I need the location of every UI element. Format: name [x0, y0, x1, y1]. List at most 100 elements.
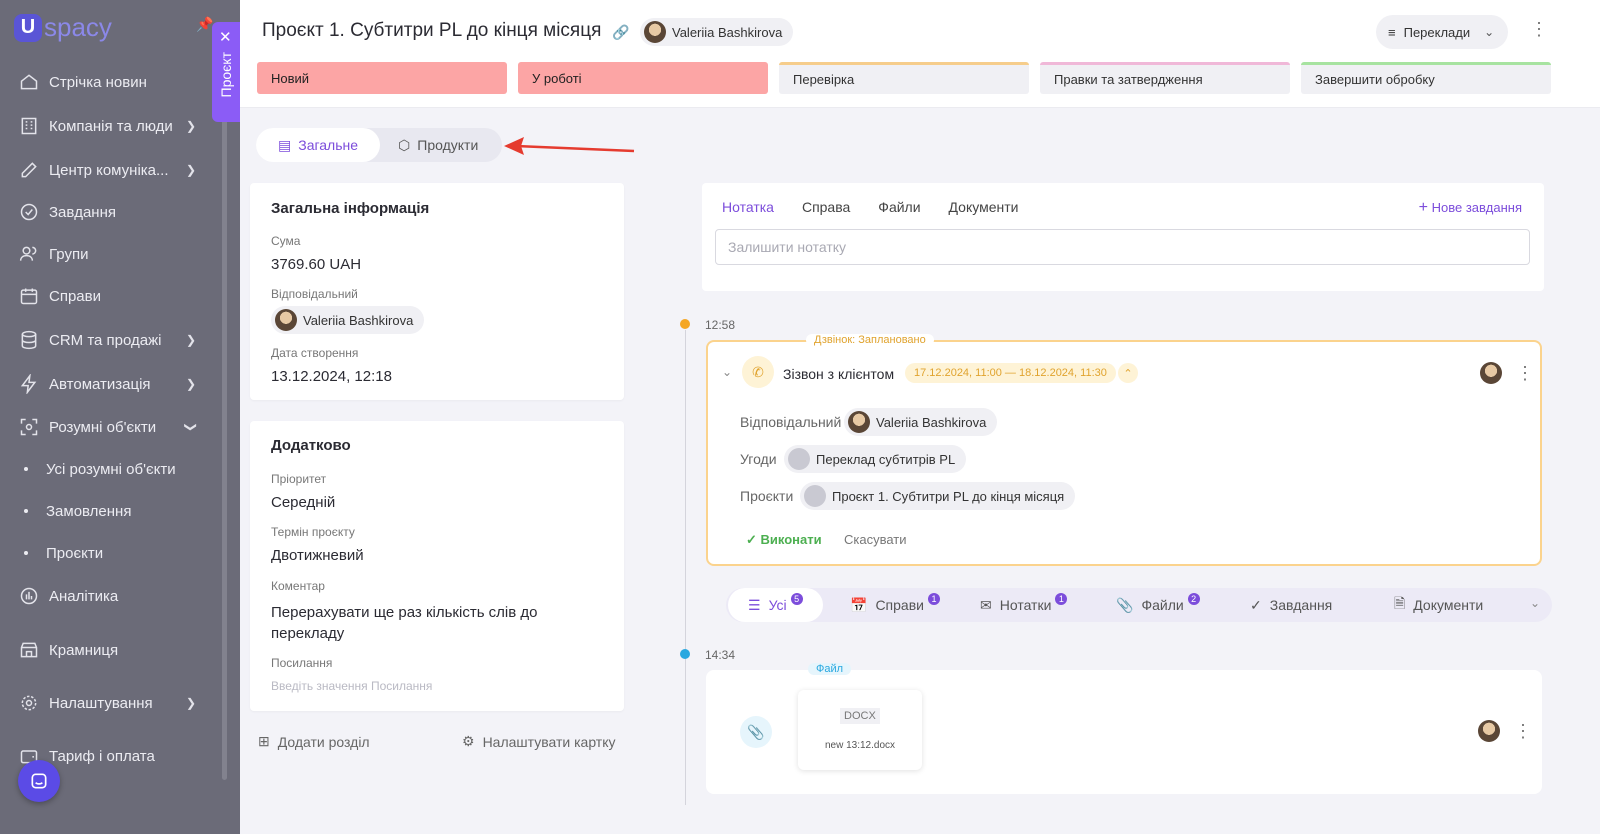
filter-lines-icon: ≡ [1388, 24, 1396, 40]
annotation-arrow [504, 137, 635, 155]
sidebar-item-smart-objects[interactable]: Розумні об'єкти ❯ [0, 409, 232, 445]
chat-button[interactable] [18, 760, 60, 802]
home-icon [18, 71, 40, 93]
more-icon[interactable]: ⋮ [1516, 364, 1534, 382]
note-input[interactable]: Залишити нотатку [715, 229, 1530, 265]
created-value: 13.12.2024, 12:18 [271, 368, 392, 385]
sidebar-item-store[interactable]: Крамниця [0, 632, 232, 668]
sidebar-item-settings[interactable]: Налаштування ❯ [0, 685, 232, 721]
chart-icon [18, 585, 40, 607]
projects-label: Проєкти [740, 488, 794, 504]
close-icon[interactable]: ✕ [219, 28, 232, 46]
call-title[interactable]: Зізвон з клієнтом [783, 366, 894, 382]
sidebar-item-comm-center[interactable]: Центр комуніка... ❯ [0, 152, 232, 188]
project-chip[interactable]: Проєкт 1. Субтитри PL до кінця місяця [800, 482, 1076, 510]
pin-icon[interactable]: 📌 [196, 16, 213, 33]
complete-button[interactable]: ✓ Виконати [746, 532, 822, 548]
responsible-chip[interactable]: Valeriia Bashkirova [271, 306, 425, 334]
cancel-button[interactable]: Скасувати [844, 532, 907, 547]
tab-note[interactable]: Нотатка [722, 199, 774, 215]
count-badge: 1 [1055, 593, 1068, 605]
chevron-right-icon: ❯ [186, 163, 197, 177]
check-icon: ✓ [746, 532, 757, 547]
link-label: Посилання [271, 656, 333, 670]
avatar [644, 21, 666, 43]
comment-value[interactable]: Перерахувати ще раз кількість слів до пе… [271, 602, 571, 644]
deal-icon [788, 448, 810, 470]
filter-tasks[interactable]: ✓ Завдання [1250, 588, 1332, 622]
priority-value[interactable]: Середній [271, 494, 335, 511]
filter-all[interactable]: ☰ Усі 5 [728, 588, 823, 622]
add-section-icon: ⊞ [258, 733, 270, 749]
filter-notes[interactable]: ✉ Нотатки 1 [980, 588, 1068, 622]
chevron-down-icon[interactable]: ⌄ [722, 365, 732, 379]
tab-general[interactable]: ▤ Загальне [256, 128, 381, 162]
term-value[interactable]: Двотижневий [271, 547, 364, 564]
link-input[interactable]: Введіть значення Посилання [271, 679, 432, 693]
deal-chip[interactable]: Переклад субтитрів PL [784, 445, 967, 473]
sidebar-item-crm[interactable]: CRM та продажі ❯ [0, 322, 232, 358]
tab-files[interactable]: Файли [878, 199, 920, 215]
logo[interactable]: Uspacy [14, 12, 112, 43]
sidebar-item-activities[interactable]: Справи [0, 278, 232, 314]
responsible-chip[interactable]: Valeriia Bashkirova [844, 408, 998, 436]
timeline-dot [680, 649, 690, 659]
paperclip-icon: 📎 [1116, 596, 1134, 613]
sum-value[interactable]: 3769.60 UAH [271, 256, 361, 273]
sidebar-item-projects[interactable]: Проєкти [0, 535, 232, 571]
chevron-down-icon[interactable]: ⌄ [1530, 596, 1540, 610]
tab-documents[interactable]: Документи [949, 199, 1019, 215]
stage-new[interactable]: Новий [257, 62, 507, 94]
project-icon [804, 485, 826, 507]
file-extension: DOCX [840, 708, 880, 724]
paperclip-icon: 📎 [740, 716, 772, 748]
panel-tab-project[interactable]: ✕ Проєкт [212, 22, 240, 122]
call-activity-card: Дзвінок: Заплановано ⌄ ✆ Зізвон з клієнт… [706, 334, 1542, 566]
stage-edits-approval[interactable]: Правки та затвердження [1040, 62, 1290, 94]
stage-in-progress[interactable]: У роботі [518, 62, 768, 94]
chevron-up-icon[interactable]: ⌃ [1118, 363, 1138, 383]
box-icon: ⬡ [398, 136, 411, 153]
tab-products[interactable]: ⬡ Продукти [380, 128, 496, 162]
sidebar-item-groups[interactable]: Групи [0, 236, 232, 272]
chevron-right-icon: ❯ [186, 119, 197, 133]
status-badge: Дзвінок: Заплановано [806, 334, 934, 346]
sidebar-item-analytics[interactable]: Аналітика [0, 578, 232, 614]
sidebar-item-automation[interactable]: Автоматизація ❯ [0, 366, 232, 402]
stage-review[interactable]: Перевірка [779, 62, 1029, 94]
file-preview[interactable]: DOCX new 13:12.docx [798, 690, 922, 770]
message-icon: ✉ [980, 596, 992, 613]
sidebar-item-tasks[interactable]: Завдання [0, 194, 232, 230]
sidebar: Uspacy 📌 Стрічка новин Компанія та люди ❯… [0, 0, 240, 834]
general-info-card: Загальна інформація Сума 3769.60 UAH Від… [250, 183, 624, 400]
sidebar-item-orders[interactable]: Замовлення [0, 493, 232, 529]
add-section-button[interactable]: ⊞ Додати розділ [258, 733, 370, 750]
configure-card-button[interactable]: ⚙ Налаштувати картку [462, 733, 616, 750]
timeline-time: 12:58 [705, 318, 736, 332]
lightning-icon [18, 373, 40, 395]
calendar-icon: 📅 [850, 596, 868, 613]
new-task-button[interactable]: + Нове завдання [1419, 199, 1522, 217]
note-tabs: Нотатка Справа Файли Документи [722, 199, 1018, 215]
sidebar-item-company[interactable]: Компанія та люди ❯ [0, 108, 232, 144]
more-icon[interactable]: ⋮ [1530, 20, 1548, 38]
responsible-label: Відповідальний [271, 287, 358, 301]
filter-activities[interactable]: 📅 Справи 1 [850, 588, 940, 622]
avatar [1480, 362, 1502, 384]
sidebar-item-news[interactable]: Стрічка новин [0, 64, 232, 100]
filter-documents[interactable]: 🗎 Документи [1394, 588, 1483, 622]
translations-dropdown[interactable]: ≡ Переклади ⌄ [1376, 15, 1508, 49]
stage-bar: Новий У роботі Перевірка Правки та затве… [257, 62, 1551, 94]
stage-finish[interactable]: Завершити обробку [1301, 62, 1551, 94]
sidebar-item-all-smart-objects[interactable]: Усі розумні об'єкти [0, 451, 232, 487]
more-icon[interactable]: ⋮ [1514, 722, 1532, 740]
sidebar-scrollbar[interactable] [222, 60, 227, 780]
phone-icon: ✆ [742, 356, 774, 388]
link-icon[interactable]: 🔗 [612, 24, 629, 41]
priority-label: Пріоритет [271, 472, 327, 486]
calendar-icon [18, 285, 40, 307]
filter-files[interactable]: 📎 Файли 2 [1116, 588, 1200, 622]
tab-activity[interactable]: Справа [802, 199, 850, 215]
header-user-chip[interactable]: Valeriia Bashkirova [640, 18, 794, 46]
timeline-filter-bar: ☰ Усі 5 📅 Справи 1 ✉ Нотатки 1 📎 Файли 2 ✓ Завдан… [726, 588, 1552, 622]
